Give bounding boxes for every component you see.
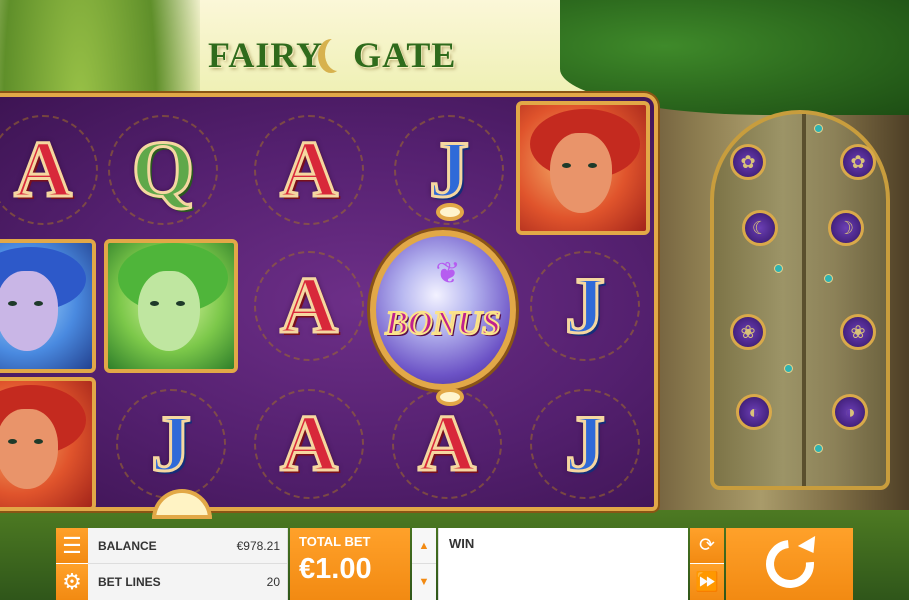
symbol-j: J <box>518 239 652 373</box>
red-fairy-symbol <box>516 101 650 235</box>
symbol-a: A <box>0 103 110 237</box>
symbol-letter: A <box>13 126 74 214</box>
symbol-letter: J <box>150 400 193 488</box>
bonus-label: BONUS <box>384 304 501 343</box>
gem-icon <box>774 264 783 273</box>
gear-icon: ⚙ <box>62 569 82 594</box>
info-panel: BALANCE €978.21 BET LINES 20 <box>88 528 288 600</box>
bet-lines-label: BET LINES <box>98 575 161 589</box>
win-panel: WIN <box>438 528 688 600</box>
bet-lines-value: 20 <box>266 575 280 589</box>
fairy-face <box>0 271 58 351</box>
turbo-button[interactable]: ⏩ <box>690 564 724 600</box>
symbol-j: J <box>518 377 652 511</box>
red-fairy-symbol <box>0 377 96 511</box>
autoplay-button[interactable]: ⟳ <box>690 528 724 564</box>
menu-button[interactable]: ☰ <box>56 528 88 564</box>
fairy-wings-icon: ❦ <box>435 257 461 290</box>
total-bet-label: TOTAL BET <box>299 534 371 549</box>
blue-fairy-symbol <box>0 239 96 373</box>
spin-button[interactable] <box>726 528 853 600</box>
symbol-q: Q <box>96 103 230 237</box>
symbol-letter: A <box>279 262 340 350</box>
triangle-down-icon: ▼ <box>418 576 430 588</box>
rune-icon: ❀ <box>840 314 876 350</box>
fast-forward-icon: ⏩ <box>695 572 719 593</box>
fairy-face <box>550 133 612 213</box>
bet-increase-button[interactable]: ▲ <box>412 528 436 564</box>
bet-lines-row: BET LINES 20 <box>88 564 288 600</box>
rune-icon: ✿ <box>840 144 876 180</box>
symbol-a: A <box>242 239 376 373</box>
gem-icon <box>824 274 833 283</box>
triangle-up-icon: ▲ <box>418 539 430 552</box>
logo-text-mid: Y <box>296 35 324 75</box>
fairy-face <box>138 271 200 351</box>
total-bet-panel: TOTAL BET €1.00 <box>290 528 410 600</box>
menu-icon: ☰ <box>62 532 82 558</box>
bet-decrease-button[interactable]: ▼ <box>412 564 436 600</box>
door-seam <box>802 114 806 486</box>
symbol-letter: A <box>417 400 478 488</box>
autoplay-icon: ⟳ <box>699 535 715 556</box>
balance-value: €978.21 <box>236 538 280 553</box>
symbol-letter: Q <box>130 126 195 214</box>
win-label: WIN <box>449 536 475 551</box>
symbol-a: A <box>242 377 376 511</box>
reel-area: A Q A J A J J A A J <box>0 93 658 519</box>
fairy-gate-door: ✿ ✿ ☾ ☽ ❀ ❀ ◐ ◑ <box>710 110 890 490</box>
bonus-top-knob <box>436 203 464 221</box>
symbol-letter: J <box>564 262 607 350</box>
moon-rune-icon: ☾ <box>742 210 778 246</box>
balance-row: BALANCE €978.21 <box>88 528 288 564</box>
total-bet-value: €1.00 <box>299 553 372 585</box>
bonus-bottom-knob <box>436 388 464 406</box>
gem-icon <box>814 124 823 133</box>
symbol-letter: J <box>428 126 471 214</box>
rune-icon: ◑ <box>832 394 868 430</box>
symbol-letter: A <box>279 400 340 488</box>
settings-button[interactable]: ⚙ <box>56 564 88 600</box>
symbol-letter: A <box>279 126 340 214</box>
logo-text-right: GATE <box>353 35 457 75</box>
green-fairy-symbol <box>104 239 238 373</box>
crescent-moon-icon <box>325 37 351 71</box>
rune-icon: ✿ <box>730 144 766 180</box>
rune-icon: ◐ <box>736 394 772 430</box>
game-logo: FAIRY GATE <box>208 34 456 84</box>
symbol-a: A <box>242 103 376 237</box>
gem-icon <box>814 444 823 453</box>
symbol-letter: J <box>564 400 607 488</box>
logo-text-left: FAIR <box>208 35 297 75</box>
rune-icon: ❀ <box>730 314 766 350</box>
gem-icon <box>784 364 793 373</box>
fairy-face <box>0 409 58 489</box>
bonus-symbol: ❦ BONUS <box>370 230 516 390</box>
moon-rune-icon: ☽ <box>828 210 864 246</box>
balance-label: BALANCE <box>98 538 157 553</box>
